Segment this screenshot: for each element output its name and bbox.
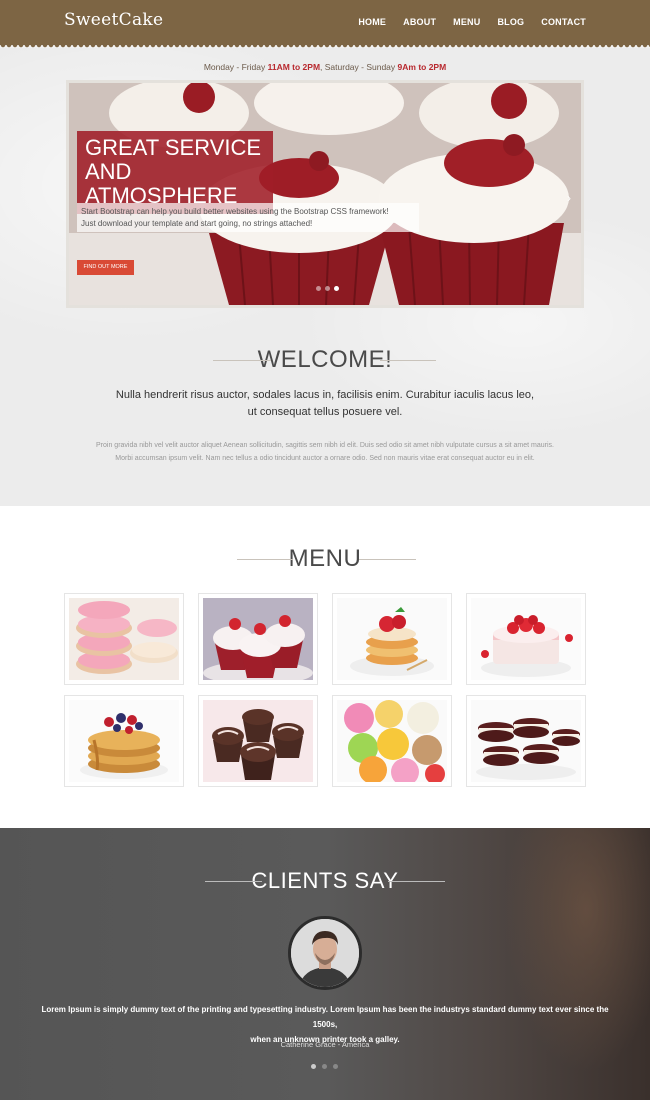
clients-heading: CLIENTS SAY	[0, 868, 650, 894]
welcome-body: Proin gravida nibh vel velit auctor aliq…	[96, 442, 554, 463]
hero-slider[interactable]: GREAT SERVICE AND ATMOSPHERE Start Boots…	[66, 80, 584, 308]
testimonial-pagination	[311, 1064, 338, 1069]
nav-item-home[interactable]: HOME	[358, 17, 386, 27]
menu-item-whoopie-pies[interactable]	[466, 695, 586, 787]
testimonial-author: Catherine Grace - America	[280, 1040, 370, 1049]
menu-item-pancakes-berries[interactable]	[64, 695, 184, 787]
testimonial-dot[interactable]	[322, 1064, 327, 1069]
strawberry-cake-image	[471, 598, 581, 680]
client-avatar	[288, 916, 362, 990]
top-navbar: SweetCake HOME ABOUT MENU BLOG CONTACT	[0, 0, 650, 48]
welcome-heading: WELCOME!	[0, 346, 650, 374]
slider-pagination	[316, 286, 339, 291]
ice-cream-image	[337, 700, 447, 782]
welcome-lead: Nulla hendrerit risus auctor, sodales la…	[115, 389, 535, 418]
whoopie-pies-image	[471, 700, 581, 782]
slide-title: GREAT SERVICE AND ATMOSPHERE	[77, 131, 273, 214]
menu-heading: MENU	[0, 545, 650, 573]
cupcakes-image	[203, 598, 313, 680]
main-menu: HOME ABOUT MENU BLOG CONTACT	[358, 17, 586, 27]
menu-item-pancake-stack[interactable]	[332, 593, 452, 685]
testimonial-dot-active[interactable]	[311, 1064, 316, 1069]
chocolate-cupcakes-image	[203, 700, 313, 782]
nav-item-about[interactable]: ABOUT	[403, 17, 436, 27]
client-portrait-image	[291, 919, 359, 987]
opening-hours: Monday - Friday 11AM to 2PM, Saturday - …	[203, 62, 447, 72]
pancakes-berries-image	[69, 700, 179, 782]
slider-dot-active[interactable]	[334, 286, 339, 291]
menu-item-chocolate-cupcakes[interactable]	[198, 695, 318, 787]
slider-dot[interactable]	[325, 286, 330, 291]
find-out-more-button[interactable]: FIND OUT MORE	[77, 260, 134, 275]
site-logo[interactable]: SweetCake	[64, 10, 163, 30]
donuts-image	[69, 598, 179, 680]
slider-dot[interactable]	[316, 286, 321, 291]
menu-item-donuts[interactable]	[64, 593, 184, 685]
nav-item-menu[interactable]: MENU	[453, 17, 480, 27]
slider-next-arrow-icon[interactable]: ›	[567, 191, 571, 205]
nav-item-contact[interactable]: CONTACT	[541, 17, 586, 27]
testimonial-dot[interactable]	[333, 1064, 338, 1069]
pancake-stack-image	[337, 598, 447, 680]
slide-description: Start Bootstrap can help you build bette…	[77, 203, 419, 233]
menu-item-strawberry-cake[interactable]	[466, 593, 586, 685]
menu-item-cupcakes[interactable]	[198, 593, 318, 685]
nav-item-blog[interactable]: BLOG	[497, 17, 524, 27]
menu-gallery	[64, 593, 586, 787]
menu-item-ice-cream[interactable]	[332, 695, 452, 787]
